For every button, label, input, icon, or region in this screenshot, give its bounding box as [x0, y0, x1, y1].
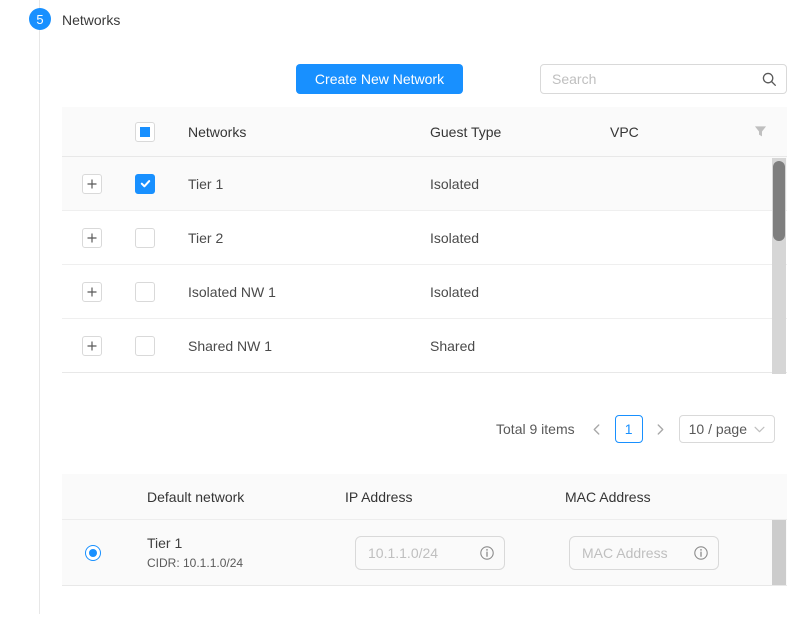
network-name: Tier 1	[175, 176, 417, 192]
scrollbar-thumb[interactable]	[773, 161, 785, 241]
plus-icon	[87, 233, 97, 243]
table-scrollbar[interactable]	[772, 158, 786, 374]
guest-type: Isolated	[417, 284, 597, 300]
default-network-cidr: CIDR: 10.1.1.0/24	[147, 556, 345, 570]
network-name: Shared NW 1	[175, 338, 417, 354]
page-size-select[interactable]: 10 / page	[679, 415, 775, 443]
guest-type: Isolated	[417, 230, 597, 246]
default-network-table-header: Default network IP Address MAC Address	[62, 474, 787, 520]
networks-table-header: Networks Guest Type VPC	[62, 107, 787, 157]
row-checkbox[interactable]	[135, 174, 155, 194]
ip-address-input[interactable]	[355, 536, 505, 570]
pagination-page-button[interactable]: 1	[615, 415, 643, 443]
step-number: 5	[36, 12, 43, 27]
expand-row-button[interactable]	[82, 282, 102, 302]
chevron-right-icon	[656, 424, 665, 435]
default-network-name: Tier 1	[147, 535, 345, 551]
expand-row-button[interactable]	[82, 228, 102, 248]
check-icon	[139, 177, 152, 190]
column-header-mac-address: MAC Address	[565, 489, 787, 505]
table-row[interactable]: Tier 2 Isolated	[62, 211, 787, 265]
network-name: Isolated NW 1	[175, 284, 417, 300]
step-number-badge: 5	[29, 8, 51, 30]
pagination-next-button[interactable]	[651, 415, 671, 443]
search-box[interactable]	[540, 64, 787, 94]
select-all-cell	[118, 122, 175, 142]
step-title: Networks	[62, 12, 120, 28]
column-header-default-network: Default network	[132, 489, 345, 505]
guest-type: Shared	[417, 338, 597, 354]
default-network-row[interactable]: Tier 1 CIDR: 10.1.1.0/24	[62, 520, 787, 586]
default-network-table: Default network IP Address MAC Address T…	[62, 474, 787, 586]
table-row[interactable]: Isolated NW 1 Isolated	[62, 265, 787, 319]
default-network-radio[interactable]	[85, 545, 101, 561]
table-row[interactable]: Tier 1 Isolated	[62, 157, 787, 211]
table-scrollbar[interactable]	[772, 520, 786, 585]
create-new-network-button[interactable]: Create New Network	[296, 64, 463, 94]
plus-icon	[87, 287, 97, 297]
plus-icon	[87, 341, 97, 351]
column-header-networks: Networks	[175, 124, 417, 140]
column-header-vpc: VPC	[597, 124, 734, 140]
network-name: Tier 2	[175, 230, 417, 246]
chevron-down-icon	[754, 426, 765, 433]
networks-table: Networks Guest Type VPC Tier 1 Isolated …	[62, 107, 787, 373]
deployment-wizard-networks-section: 5 Networks Create New Network Networks G…	[0, 0, 805, 628]
column-header-guest-type: Guest Type	[417, 124, 597, 140]
row-checkbox[interactable]	[135, 336, 155, 356]
plus-icon	[87, 179, 97, 189]
chevron-left-icon	[592, 424, 601, 435]
step-connector-line	[39, 0, 40, 614]
page-size-value: 10 / page	[689, 421, 747, 437]
expand-row-button[interactable]	[82, 336, 102, 356]
row-checkbox[interactable]	[135, 282, 155, 302]
expand-row-button[interactable]	[82, 174, 102, 194]
filter-icon[interactable]	[754, 125, 767, 138]
row-checkbox[interactable]	[135, 228, 155, 248]
pagination: Total 9 items 1 10 / page	[0, 414, 775, 444]
pagination-prev-button[interactable]	[587, 415, 607, 443]
table-row[interactable]: Shared NW 1 Shared	[62, 319, 787, 373]
guest-type: Isolated	[417, 176, 597, 192]
column-header-ip-address: IP Address	[345, 489, 565, 505]
select-all-checkbox[interactable]	[135, 122, 155, 142]
search-input[interactable]	[541, 65, 759, 93]
search-icon[interactable]	[762, 72, 777, 87]
mac-address-input[interactable]	[569, 536, 719, 570]
pagination-total: Total 9 items	[496, 421, 575, 437]
